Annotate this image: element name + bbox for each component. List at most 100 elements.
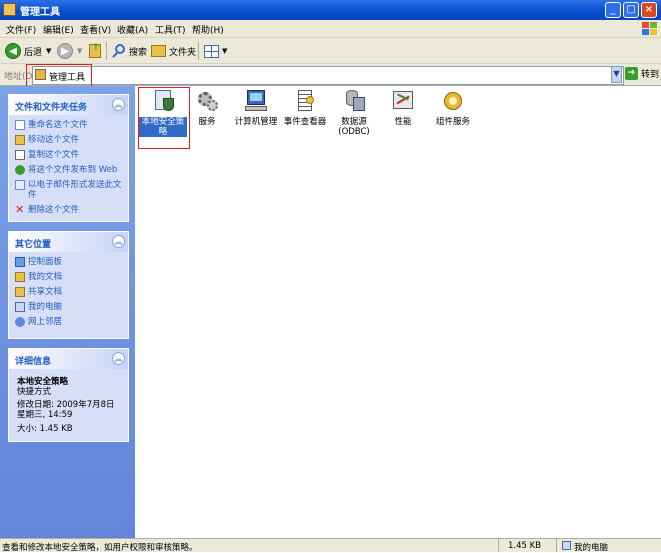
globe-icon	[15, 165, 25, 175]
file-item-performance[interactable]: 性能	[375, 88, 431, 127]
email-icon	[15, 180, 25, 190]
menu-tools[interactable]: 工具(T)	[155, 23, 186, 36]
search-icon	[111, 43, 127, 59]
task-rename[interactable]: 重命名这个文件	[15, 120, 88, 130]
network-icon	[15, 317, 25, 327]
file-label: 服务	[198, 117, 216, 127]
menu-help[interactable]: 帮助(H)	[192, 23, 224, 36]
other-places-box: 其它位置 ︽ 控制面板 我的文档 共享文档 我的电脑 网上邻居	[8, 231, 129, 339]
task-label: 删除这个文件	[28, 205, 80, 215]
minimize-button[interactable]: _	[605, 2, 621, 18]
address-dropdown-button[interactable]: ▼	[611, 66, 622, 83]
task-publish-web[interactable]: 将这个文件发布到 Web	[15, 165, 117, 175]
place-label: 网上邻居	[28, 317, 63, 327]
menu-view[interactable]: 查看(V)	[80, 23, 111, 36]
task-move[interactable]: 移动这个文件	[15, 135, 79, 145]
computer-icon	[562, 541, 571, 550]
status-bar: 查看和修改本地安全策略，如用户权限和审核策略。 1.45 KB 我的电脑	[0, 538, 661, 553]
title-bar: 管理工具 _ □ ×	[0, 0, 661, 20]
search-label: 搜索	[129, 47, 148, 58]
details-title: 详细信息	[15, 357, 52, 367]
documents-icon	[15, 272, 25, 282]
file-tasks-title: 文件和文件夹任务	[15, 103, 88, 113]
file-label: 计算机管理	[234, 117, 278, 127]
status-location: 我的电脑	[574, 543, 609, 553]
computer-management-icon	[243, 88, 269, 114]
task-delete[interactable]: ✕ 删除这个文件	[15, 204, 80, 215]
file-label: 性能	[394, 117, 412, 127]
address-input[interactable]: 管理工具	[32, 66, 624, 85]
search-button[interactable]: 搜索	[111, 42, 147, 60]
copy-icon	[15, 150, 25, 160]
place-my-documents[interactable]: 我的文档	[15, 272, 62, 282]
task-label: 重命名这个文件	[28, 120, 88, 130]
place-control-panel[interactable]: 控制面板	[15, 257, 62, 267]
task-label: 将这个文件发布到 Web	[28, 165, 118, 175]
file-item-event-viewer[interactable]: 事件查看器	[277, 88, 333, 127]
folder-icon	[151, 45, 166, 57]
file-label: 组件服务	[435, 117, 470, 127]
database-icon	[341, 88, 367, 114]
place-label: 共享文档	[28, 287, 63, 297]
file-item-component-services[interactable]: 组件服务	[425, 88, 481, 127]
file-item-computer-management[interactable]: 计算机管理	[228, 88, 284, 127]
place-my-computer[interactable]: 我的电脑	[15, 302, 62, 312]
folder-icon	[3, 3, 16, 16]
performance-icon	[390, 88, 416, 114]
address-highlight	[26, 64, 92, 87]
file-item-services[interactable]: 服务	[179, 88, 235, 127]
back-label: 后退	[24, 47, 43, 58]
forward-button[interactable]: ▶ ▼	[57, 42, 82, 60]
component-services-icon	[440, 88, 466, 114]
details-box: 详细信息 ︽ 本地安全策略 快捷方式 修改日期: 2009年7月8日 星期三, …	[8, 348, 129, 442]
folders-label: 文件夹	[169, 47, 197, 58]
shared-folder-icon	[15, 287, 25, 297]
up-folder-button[interactable]: ↑	[89, 42, 101, 60]
other-places-header[interactable]: 其它位置 ︽	[9, 232, 128, 252]
move-icon	[15, 135, 25, 145]
menu-file[interactable]: 文件(F)	[6, 23, 36, 36]
file-tasks-header[interactable]: 文件和文件夹任务 ︽	[9, 95, 128, 115]
menu-edit[interactable]: 编辑(E)	[43, 23, 74, 36]
views-button[interactable]: ▼	[204, 42, 227, 60]
details-header[interactable]: 详细信息 ︽	[9, 349, 128, 369]
windows-logo-icon	[641, 21, 657, 35]
back-button[interactable]: ◀ 后退 ▼	[5, 42, 51, 60]
toolbar: ◀ 后退 ▼ ▶ ▼ ↑ 搜索 文件夹 ▼	[0, 38, 661, 64]
place-label: 控制面板	[28, 257, 63, 267]
menu-favorites[interactable]: 收藏(A)	[117, 23, 148, 36]
menu-bar: 文件(F) 编辑(E) 查看(V) 收藏(A) 工具(T) 帮助(H)	[0, 20, 661, 38]
views-icon	[204, 44, 219, 58]
task-email[interactable]: 以电子邮件形式发送此文件	[15, 180, 123, 200]
event-viewer-icon	[292, 88, 318, 114]
maximize-button[interactable]: □	[623, 2, 639, 18]
close-button[interactable]: ×	[641, 2, 657, 18]
details-name: 本地安全策略	[17, 377, 69, 387]
computer-icon	[15, 302, 25, 312]
task-pane: 文件和文件夹任务 ︽ 重命名这个文件 移动这个文件 复制这个文件 将这个文件发布…	[0, 86, 135, 538]
file-item-data-sources[interactable]: 数据源 (ODBC)	[326, 88, 382, 137]
forward-arrow-icon: ▶	[57, 43, 73, 59]
place-shared-documents[interactable]: 共享文档	[15, 287, 62, 297]
go-arrow-icon: ➔	[625, 67, 638, 80]
place-network[interactable]: 网上邻居	[15, 317, 62, 327]
window-title: 管理工具	[20, 7, 60, 18]
up-folder-icon: ↑	[89, 43, 101, 58]
folders-button[interactable]: 文件夹	[151, 42, 196, 60]
file-label: 数据源 (ODBC)	[338, 117, 370, 137]
address-bar: 地址(D) 管理工具 ▼ ➔ 转到	[0, 64, 661, 87]
go-button[interactable]: ➔ 转到	[625, 67, 659, 80]
task-copy[interactable]: 复制这个文件	[15, 150, 79, 160]
other-places-title: 其它位置	[15, 240, 52, 250]
place-label: 我的文档	[28, 272, 63, 282]
go-label: 转到	[641, 70, 660, 80]
task-label: 以电子邮件形式发送此文件	[28, 180, 122, 200]
control-panel-icon	[15, 257, 25, 267]
collapse-icon[interactable]: ︽	[112, 98, 125, 111]
collapse-icon[interactable]: ︽	[112, 235, 125, 248]
chevron-down-icon: ▼	[222, 47, 228, 55]
status-size: 1.45 KB	[508, 541, 542, 551]
collapse-icon[interactable]: ︽	[112, 352, 125, 365]
task-label: 移动这个文件	[28, 135, 80, 145]
chevron-down-icon: ▼	[77, 47, 83, 55]
